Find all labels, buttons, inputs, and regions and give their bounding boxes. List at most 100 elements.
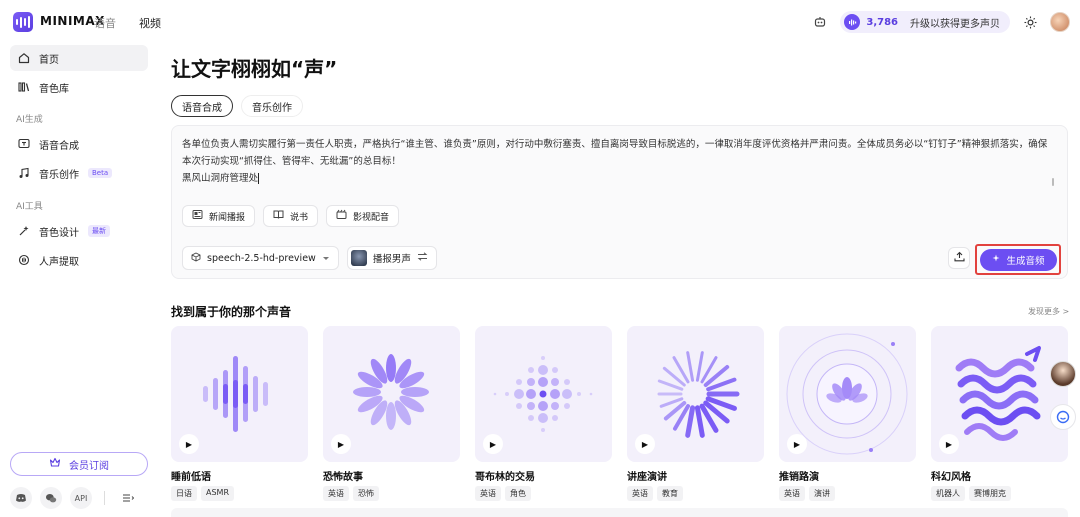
- swap-icon[interactable]: [417, 252, 428, 264]
- card-tags: 英语 演讲: [779, 486, 916, 501]
- play-icon[interactable]: ▶: [331, 434, 351, 454]
- beta-badge: Beta: [88, 168, 113, 178]
- help-chat-icon[interactable]: [1050, 404, 1076, 430]
- card-title: 科幻风格: [931, 472, 971, 483]
- chip-news[interactable]: 新闻播报: [182, 205, 256, 227]
- tag: 赛博朋克: [969, 486, 1011, 501]
- voice-card[interactable]: ▶ 讲座演讲 英语 教育: [627, 326, 764, 501]
- upload-icon: [953, 251, 965, 265]
- card-artwork[interactable]: ▶: [323, 326, 460, 462]
- tag: 教育: [657, 486, 683, 501]
- vocal-extract-icon: [18, 254, 30, 266]
- editor-scrollbar[interactable]: [1052, 178, 1054, 186]
- book-icon: [273, 209, 284, 223]
- card-artwork[interactable]: ▶: [931, 326, 1068, 462]
- voice-card[interactable]: ▶ 恐怖故事 英语 恐怖: [323, 326, 460, 501]
- card-title: 恐怖故事: [323, 472, 363, 483]
- member-subscribe-label: 会员订阅: [69, 460, 109, 472]
- music-icon: [18, 167, 30, 179]
- tag: ASMR: [201, 486, 235, 501]
- model-select[interactable]: speech-2.5-hd-preview: [182, 246, 339, 270]
- discover-more-link[interactable]: 发现更多 >: [1028, 306, 1069, 317]
- voice-design-icon: [18, 225, 30, 237]
- sidebar-item-vocal-extract[interactable]: 人声提取: [10, 247, 148, 273]
- sidebar-item-home[interactable]: 首页: [10, 45, 148, 71]
- model-label: speech-2.5-hd-preview: [207, 252, 316, 264]
- sidebar: 首页 音色库 AI生成 语音合成 音乐创作 Beta AI工具 音色设计 最新 …: [0, 44, 160, 517]
- tag: 演讲: [809, 486, 835, 501]
- chip-storytelling[interactable]: 说书: [263, 205, 319, 227]
- tab-tts[interactable]: 语音合成: [171, 95, 233, 117]
- text-editor[interactable]: 各单位负责人需切实履行第一责任人职责，严格执行“谁主管、谁负责”原则，对行动中敷…: [171, 125, 1068, 279]
- home-icon: [18, 52, 30, 64]
- generate-audio-button[interactable]: 生成音频: [980, 249, 1057, 271]
- section-title-voices: 找到属于你的那个声音: [171, 305, 292, 319]
- tag: 英语: [627, 486, 653, 501]
- voice-card[interactable]: ▶ 睡前低语 日语 ASMR: [171, 326, 308, 501]
- sidebar-item-music[interactable]: 音乐创作 Beta: [10, 160, 148, 186]
- discord-icon[interactable]: [10, 487, 32, 509]
- top-bar: MINIMAX 语音 视频 3,786 升级以获得更多声贝: [0, 0, 1080, 44]
- user-avatar[interactable]: [1050, 12, 1070, 32]
- editor-controls: speech-2.5-hd-preview 播报男声: [182, 246, 437, 270]
- card-title: 推销路演: [779, 472, 819, 483]
- minimax-logo-icon[interactable]: [13, 12, 33, 32]
- text-caret: [258, 173, 260, 184]
- member-subscribe-button[interactable]: 会员订阅: [10, 452, 148, 476]
- play-icon[interactable]: ▶: [787, 434, 807, 454]
- next-section-strip: [171, 508, 1068, 517]
- collapse-sidebar-icon[interactable]: [117, 487, 139, 509]
- voice-select[interactable]: 播报男声: [346, 246, 437, 270]
- voice-card[interactable]: ▶ 推销路演 英语 演讲: [779, 326, 916, 501]
- play-icon[interactable]: ▶: [939, 434, 959, 454]
- card-title: 讲座演讲: [627, 472, 667, 483]
- nav-voice[interactable]: 语音: [94, 15, 116, 31]
- sidebar-item-library[interactable]: 音色库: [10, 74, 148, 100]
- card-artwork[interactable]: ▶: [475, 326, 612, 462]
- nav-video[interactable]: 视频: [139, 15, 161, 31]
- play-icon[interactable]: ▶: [635, 434, 655, 454]
- theme-sun-icon[interactable]: [1020, 12, 1040, 32]
- page-title: 让文字栩栩如“声”: [171, 57, 338, 81]
- sidebar-item-label: 语音合成: [39, 140, 79, 152]
- credits-pill[interactable]: 3,786 升级以获得更多声贝: [840, 11, 1010, 33]
- card-artwork[interactable]: ▶: [171, 326, 308, 462]
- play-icon[interactable]: ▶: [179, 434, 199, 454]
- tts-icon: [18, 138, 30, 150]
- upload-button[interactable]: [948, 247, 970, 269]
- card-title: 睡前低语: [171, 472, 211, 483]
- editor-line: 黑风山洞府管理处: [182, 173, 259, 184]
- card-title: 哥布林的交易: [475, 472, 535, 483]
- sidebar-item-label: 音色库: [39, 83, 69, 95]
- credits-count: 3,786: [866, 16, 898, 28]
- mode-tabs: 语音合成 音乐创作: [171, 95, 303, 117]
- top-right-actions: 3,786 升级以获得更多声贝: [810, 10, 1070, 34]
- editor-content[interactable]: 各单位负责人需切实履行第一责任人职责，严格执行“谁主管、谁负责”原则，对行动中敷…: [182, 136, 1052, 187]
- wechat-icon[interactable]: [40, 487, 62, 509]
- sidebar-item-voice-design[interactable]: 音色设计 最新: [10, 218, 148, 244]
- tag: 机器人: [931, 486, 965, 501]
- sidebar-footer: API: [10, 487, 139, 509]
- api-link[interactable]: API: [70, 487, 92, 509]
- play-icon[interactable]: ▶: [483, 434, 503, 454]
- voice-card[interactable]: ▶ 科幻风格 机器人 赛博朋克: [931, 326, 1068, 501]
- card-tags: 英语 恐怖: [323, 486, 460, 501]
- footer-divider: [104, 491, 105, 505]
- film-icon: [336, 209, 347, 223]
- card-artwork[interactable]: ▶: [627, 326, 764, 462]
- upgrade-link[interactable]: 升级以获得更多声贝: [910, 15, 1000, 30]
- chip-dubbing[interactable]: 影视配音: [326, 205, 400, 227]
- style-chips: 新闻播报 说书 影视配音: [182, 205, 400, 227]
- card-artwork[interactable]: ▶: [779, 326, 916, 462]
- credits-icon: [844, 14, 861, 30]
- sidebar-item-label: 首页: [39, 54, 59, 66]
- card-tags: 机器人 赛博朋克: [931, 486, 1068, 501]
- sidebar-item-tts[interactable]: 语音合成: [10, 131, 148, 157]
- assistant-avatar[interactable]: [1050, 361, 1076, 387]
- tab-music[interactable]: 音乐创作: [241, 95, 303, 117]
- chip-label: 新闻播报: [209, 212, 246, 223]
- robot-icon[interactable]: [810, 12, 830, 32]
- tag: 英语: [323, 486, 349, 501]
- voice-card[interactable]: ▶ 哥布林的交易 英语 角色: [475, 326, 612, 501]
- sparkle-icon: [992, 254, 1001, 266]
